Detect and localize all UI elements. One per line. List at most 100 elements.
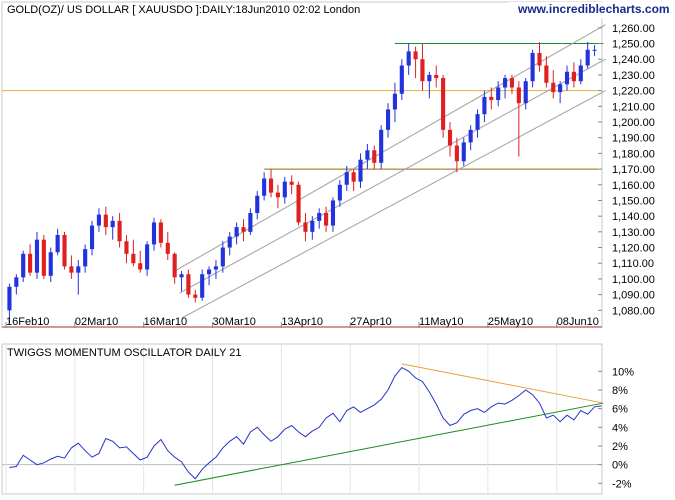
candle-body	[14, 277, 19, 287]
candle-body	[523, 81, 528, 104]
price-x-tick-label: 02Mar10	[75, 316, 118, 328]
candle-body	[441, 78, 446, 130]
price-y-tick-label: 1,240.00	[612, 54, 655, 66]
candle-body	[138, 263, 143, 270]
price-x-tick-label: 25May10	[488, 316, 533, 328]
price-x-tick-label: 30Mar10	[213, 316, 256, 328]
candle-body	[55, 234, 60, 253]
price-chart-title: GOLD(OZ)/ US DOLLAR [ XAUUSDO ]:DAILY:18…	[7, 4, 360, 16]
candle-body	[282, 181, 287, 198]
candle-body	[145, 244, 150, 270]
candle-body	[330, 200, 336, 226]
candle-body	[461, 142, 466, 162]
osc-y-axis: 10% 8% 6% 4% 2% 0% -2%	[598, 366, 634, 490]
price-x-tick-label: 16Mar10	[144, 316, 187, 328]
candle-body	[34, 239, 40, 273]
candle-body	[255, 195, 260, 214]
candle-body	[317, 213, 322, 221]
candle-body	[379, 129, 384, 163]
osc-y-tick-label: 4%	[612, 422, 628, 434]
candle-body	[530, 52, 535, 82]
candle-body	[413, 51, 418, 60]
price-y-tick-label: 1,150.00	[612, 195, 655, 207]
candle-body	[227, 236, 232, 248]
candle-body	[200, 274, 205, 298]
candle-body	[344, 172, 349, 185]
brand-link[interactable]: www.incrediblecharts.com	[517, 2, 670, 16]
osc-y-tick-label: -2%	[612, 478, 632, 490]
candle-body	[392, 93, 397, 110]
price-y-tick-label: 1,140.00	[612, 211, 655, 223]
candle-body	[372, 150, 377, 163]
candle-body	[28, 253, 33, 273]
price-y-tick-label: 1,120.00	[612, 243, 655, 255]
candle-body	[248, 213, 253, 232]
candle-body	[179, 274, 184, 278]
candle-body	[7, 286, 12, 311]
candle-body	[420, 59, 425, 82]
candle-body	[76, 266, 81, 273]
candle-body	[489, 96, 494, 101]
price-y-tick-label: 1,100.00	[612, 274, 655, 286]
price-x-tick-label: 27Apr10	[350, 316, 392, 328]
candle-body	[324, 213, 329, 226]
price-x-tick-label: 16Feb10	[6, 316, 49, 328]
candle-body	[241, 227, 246, 232]
candle-body	[207, 269, 212, 275]
candle-body	[585, 49, 590, 66]
price-panel-frame	[1, 1, 603, 328]
price-x-axis-labels: 16Feb10 02Mar10 16Mar10 30Mar10 13Apr10 27Apr…	[5, 316, 599, 328]
candle-body	[213, 266, 219, 270]
candle-body	[41, 239, 46, 276]
candle-body	[110, 220, 115, 228]
candle-body	[117, 220, 122, 242]
price-y-tick-label: 1,190.00	[612, 133, 655, 145]
candle-body	[186, 274, 191, 295]
price-y-tick-label: 1,160.00	[612, 180, 655, 192]
candle-body	[310, 220, 315, 232]
candle-body	[69, 266, 74, 273]
osc-y-tick-label: 8%	[612, 385, 628, 397]
candle-body	[21, 253, 26, 278]
candle-body	[337, 184, 342, 201]
candle-body	[165, 242, 170, 254]
candle-body	[96, 214, 101, 226]
candle-body	[544, 65, 549, 83]
price-y-tick-label: 1,080.00	[612, 305, 655, 317]
osc-y-tick-label: 0%	[612, 460, 628, 472]
candle-body	[571, 71, 576, 82]
candle-body	[503, 78, 508, 88]
osc-chart-title: TWIGGS MOMENTUM OSCILLATOR DAILY 21	[7, 347, 242, 359]
candle-body	[131, 253, 136, 264]
candle-body	[454, 145, 459, 162]
candle-body	[468, 129, 473, 143]
candle-body	[103, 214, 108, 228]
candle-body	[62, 234, 67, 267]
candle-body	[475, 114, 480, 130]
chart-canvas: 1,260.00 1,250.00 1,240.00 1,230.00 1,220.00…	[1, 1, 670, 495]
price-x-tick-label: 13Apr10	[281, 316, 323, 328]
price-x-tick-label: 08Jun10	[557, 316, 599, 328]
price-y-tick-label: 1,230.00	[612, 70, 655, 82]
candle-body	[48, 252, 53, 276]
candle-body	[365, 150, 370, 160]
candle-body	[193, 294, 198, 298]
candle-body	[447, 129, 453, 146]
price-x-tick-label: 11May10	[419, 316, 463, 328]
price-y-tick-label: 1,200.00	[612, 117, 655, 129]
candle-body	[551, 82, 556, 93]
candle-body	[289, 181, 294, 185]
candle-body	[399, 65, 404, 94]
candle-body	[427, 74, 432, 82]
candle-body	[296, 184, 301, 223]
candle-body	[482, 96, 487, 115]
candle-body	[537, 52, 542, 66]
candle-body	[516, 87, 521, 104]
candle-body	[151, 222, 157, 245]
candle-body	[172, 253, 177, 278]
candle-body	[124, 241, 129, 254]
price-y-tick-label: 1,170.00	[612, 164, 655, 176]
candle-body	[434, 74, 439, 79]
price-y-tick-label: 1,110.00	[612, 258, 654, 270]
chart-window: 1,260.00 1,250.00 1,240.00 1,230.00 1,220.00…	[0, 0, 675, 500]
